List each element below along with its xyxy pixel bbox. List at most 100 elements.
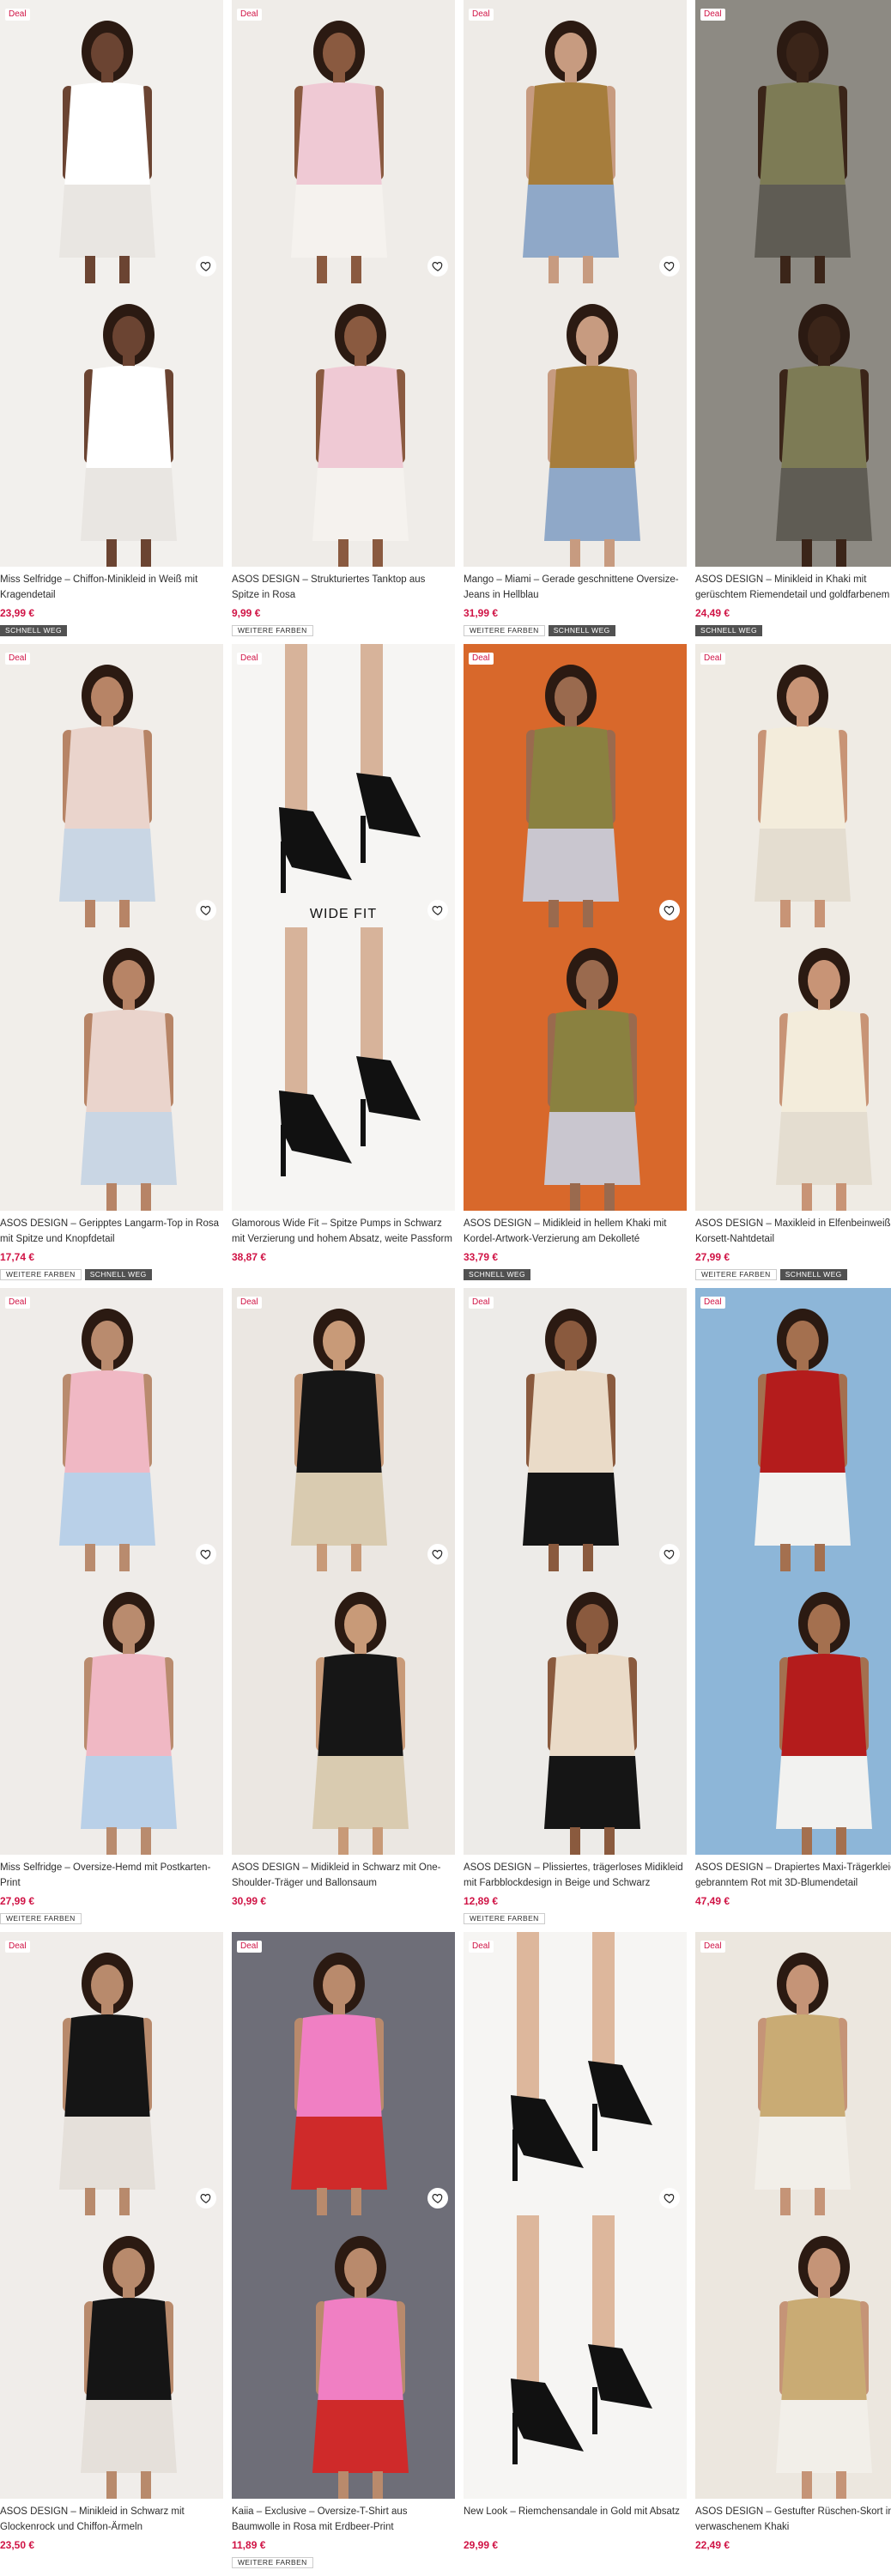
product-card[interactable]: Deal ASOS DESIGN – Strukturiertes Tanktop…	[232, 0, 455, 637]
more-colors-badge[interactable]: WEITERE FARBEN	[232, 2557, 313, 2568]
product-card[interactable]: Deal ASOS DESIGN – Plissiertes, trägerlos…	[464, 1288, 687, 1925]
save-for-later-heart-icon[interactable]	[427, 2188, 448, 2208]
product-image-primary[interactable]: Deal	[0, 1932, 223, 2215]
product-title[interactable]: ASOS DESIGN – Midikleid in hellem Khaki …	[464, 1216, 687, 1247]
product-badges: WEITERE FARBEN	[232, 2557, 455, 2569]
save-for-later-heart-icon[interactable]	[659, 256, 680, 276]
product-image-secondary[interactable]	[464, 1571, 687, 1855]
deal-badge: Deal	[237, 1297, 262, 1309]
save-for-later-heart-icon[interactable]	[659, 2188, 680, 2208]
product-image-secondary[interactable]	[695, 283, 891, 567]
product-title[interactable]: New Look – Riemchensandale in Gold mit A…	[464, 2504, 687, 2535]
product-image-secondary[interactable]	[232, 1571, 455, 1855]
product-card[interactable]: Deal ASOS DESIGN – Maxikleid in Elfenbein…	[695, 644, 891, 1281]
product-card[interactable]: Deal ASOS DESIGN – Geripptes Langarm-Top …	[0, 644, 223, 1281]
product-image-secondary[interactable]	[0, 927, 223, 1211]
product-image-secondary[interactable]	[695, 1571, 891, 1855]
product-title[interactable]: ASOS DESIGN – Gestufter Rüschen-Skort in…	[695, 2504, 891, 2535]
product-card[interactable]: Deal Miss Selfridge – Oversize-Hemd mit P…	[0, 1288, 223, 1925]
product-image-primary[interactable]: Deal	[695, 1932, 891, 2215]
product-image-secondary[interactable]	[232, 283, 455, 567]
product-photo-figure	[291, 1953, 387, 2215]
product-card[interactable]: Deal Kaiia – Exclusive – Oversize-T-Shirt…	[232, 1932, 455, 2569]
product-card[interactable]: Deal ASOS DESIGN – Minikleid in Schwarz m…	[0, 1932, 223, 2569]
product-image-primary[interactable]: Deal	[695, 644, 891, 927]
save-for-later-heart-icon[interactable]	[427, 1544, 448, 1564]
product-title[interactable]: ASOS DESIGN – Plissiertes, trägerloses M…	[464, 1860, 687, 1891]
product-image-secondary[interactable]	[232, 2215, 455, 2499]
product-image-primary[interactable]: Deal	[695, 1288, 891, 1571]
product-image-secondary[interactable]	[464, 2215, 687, 2499]
product-title[interactable]: ASOS DESIGN – Drapiertes Maxi-Trägerklei…	[695, 1860, 891, 1891]
product-title[interactable]: ASOS DESIGN – Minikleid in Khaki mit ger…	[695, 572, 891, 603]
product-card[interactable]: Deal WIDE FIT Glamorous Wide Fit – Spitze …	[232, 644, 455, 1281]
product-image-primary[interactable]: Deal	[0, 0, 223, 283]
product-title[interactable]: Mango – Miami – Gerade geschnittene Over…	[464, 572, 687, 603]
product-image-primary[interactable]: Deal	[464, 0, 687, 283]
save-for-later-heart-icon[interactable]	[196, 1544, 216, 1564]
product-image-secondary[interactable]	[464, 927, 687, 1211]
product-image-primary[interactable]: Deal	[232, 1288, 455, 1571]
product-photo-figure	[755, 21, 851, 283]
product-title[interactable]: Kaiia – Exclusive – Oversize-T-Shirt aus…	[232, 2504, 455, 2535]
product-image-secondary[interactable]	[232, 927, 455, 1211]
product-title[interactable]: Miss Selfridge – Chiffon-Minikleid in We…	[0, 572, 223, 603]
product-photo-figure	[312, 1592, 409, 1855]
product-image-secondary[interactable]	[695, 927, 891, 1211]
product-image-primary[interactable]: Deal	[464, 1932, 687, 2215]
product-image-primary[interactable]: Deal	[464, 1288, 687, 1571]
product-card[interactable]: Deal Mango – Miami – Gerade geschnittene …	[464, 0, 687, 637]
product-image-primary[interactable]: Deal	[0, 1288, 223, 1571]
product-photo-figure	[312, 304, 409, 567]
product-price: 22,49 €	[695, 2539, 730, 2551]
product-card[interactable]: Deal New Look – Riemchensandale in Gold m…	[464, 1932, 687, 2569]
product-image-secondary[interactable]	[464, 283, 687, 567]
product-card[interactable]: Deal ASOS DESIGN – Midikleid in Schwarz m…	[232, 1288, 455, 1925]
product-image-primary[interactable]: Deal WIDE FIT	[232, 644, 455, 927]
product-title[interactable]: Glamorous Wide Fit – Spitze Pumps in Sch…	[232, 1216, 455, 1247]
product-image-primary[interactable]: Deal	[464, 644, 687, 927]
product-title[interactable]: ASOS DESIGN – Midikleid in Schwarz mit O…	[232, 1860, 455, 1891]
more-colors-badge[interactable]: WEITERE FARBEN	[0, 1913, 82, 1924]
more-colors-badge[interactable]: WEITERE FARBEN	[695, 1269, 777, 1280]
product-card[interactable]: Deal ASOS DESIGN – Gestufter Rüschen-Skor…	[695, 1932, 891, 2569]
product-badges: WEITERE FARBEN	[232, 625, 455, 637]
save-for-later-heart-icon[interactable]	[196, 900, 216, 920]
product-card[interactable]: Deal ASOS DESIGN – Drapiertes Maxi-Träger…	[695, 1288, 891, 1925]
product-photo-figure	[81, 304, 177, 567]
product-title[interactable]: ASOS DESIGN – Minikleid in Schwarz mit G…	[0, 2504, 223, 2535]
product-title[interactable]: ASOS DESIGN – Maxikleid in Elfenbeinweiß…	[695, 1216, 891, 1247]
product-image-secondary[interactable]	[0, 283, 223, 567]
product-price: 11,89 €	[232, 2539, 266, 2551]
save-for-later-heart-icon[interactable]	[659, 1544, 680, 1564]
save-for-later-heart-icon[interactable]	[427, 256, 448, 276]
product-image-secondary[interactable]	[0, 1571, 223, 1855]
product-title[interactable]: Miss Selfridge – Oversize-Hemd mit Postk…	[0, 1860, 223, 1891]
more-colors-badge[interactable]: WEITERE FARBEN	[0, 1269, 82, 1280]
product-badges: WEITERE FARBEN SCHNELL WEG	[0, 1269, 223, 1281]
product-card[interactable]: Deal Miss Selfridge – Chiffon-Minikleid i…	[0, 0, 223, 637]
product-card[interactable]: Deal ASOS DESIGN – Minikleid in Khaki mit…	[695, 0, 891, 637]
product-photo-figure	[59, 1953, 155, 2215]
product-image-secondary[interactable]	[695, 2215, 891, 2499]
product-price: 30,99 €	[232, 1895, 267, 1907]
save-for-later-heart-icon[interactable]	[196, 256, 216, 276]
save-for-later-heart-icon[interactable]	[659, 900, 680, 920]
product-title[interactable]: ASOS DESIGN – Strukturiertes Tanktop aus…	[232, 572, 455, 603]
product-image-primary[interactable]: Deal	[232, 1932, 455, 2215]
more-colors-badge[interactable]: WEITERE FARBEN	[464, 625, 545, 636]
product-title[interactable]: ASOS DESIGN – Geripptes Langarm-Top in R…	[0, 1216, 223, 1247]
more-colors-badge[interactable]: WEITERE FARBEN	[464, 1913, 545, 1924]
product-card[interactable]: Deal ASOS DESIGN – Midikleid in hellem Kh…	[464, 644, 687, 1281]
product-image-primary[interactable]: Deal	[0, 644, 223, 927]
save-for-later-heart-icon[interactable]	[427, 900, 448, 920]
product-price: 47,49 €	[695, 1895, 730, 1907]
product-image-secondary[interactable]	[0, 2215, 223, 2499]
product-image-primary[interactable]: Deal	[695, 0, 891, 283]
more-colors-badge[interactable]: WEITERE FARBEN	[232, 625, 313, 636]
wide-fit-label: WIDE FIT	[309, 907, 378, 921]
selling-fast-badge: SCHNELL WEG	[464, 1269, 530, 1280]
product-image-primary[interactable]: Deal	[232, 0, 455, 283]
product-photo-shoes	[511, 2215, 652, 2464]
save-for-later-heart-icon[interactable]	[196, 2188, 216, 2208]
